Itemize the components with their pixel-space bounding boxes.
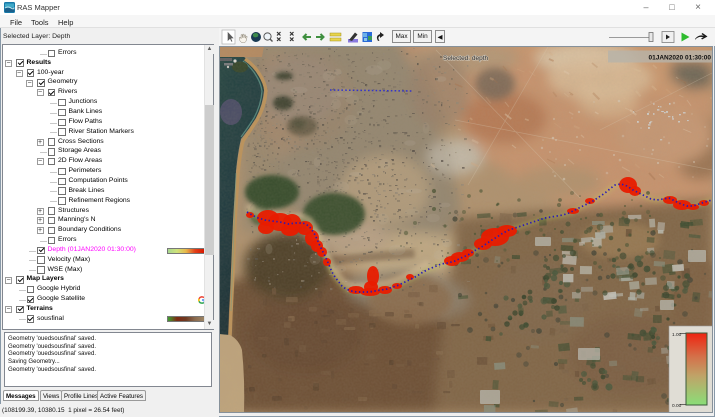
svg-text:1.00: 1.00 [672, 332, 682, 338]
svg-text:0.00: 0.00 [672, 403, 682, 409]
svg-text:01JAN2020 01:30:00: 01JAN2020 01:30:00 [648, 55, 711, 62]
svg-text:Selected: depth: Selected: depth [443, 55, 489, 62]
